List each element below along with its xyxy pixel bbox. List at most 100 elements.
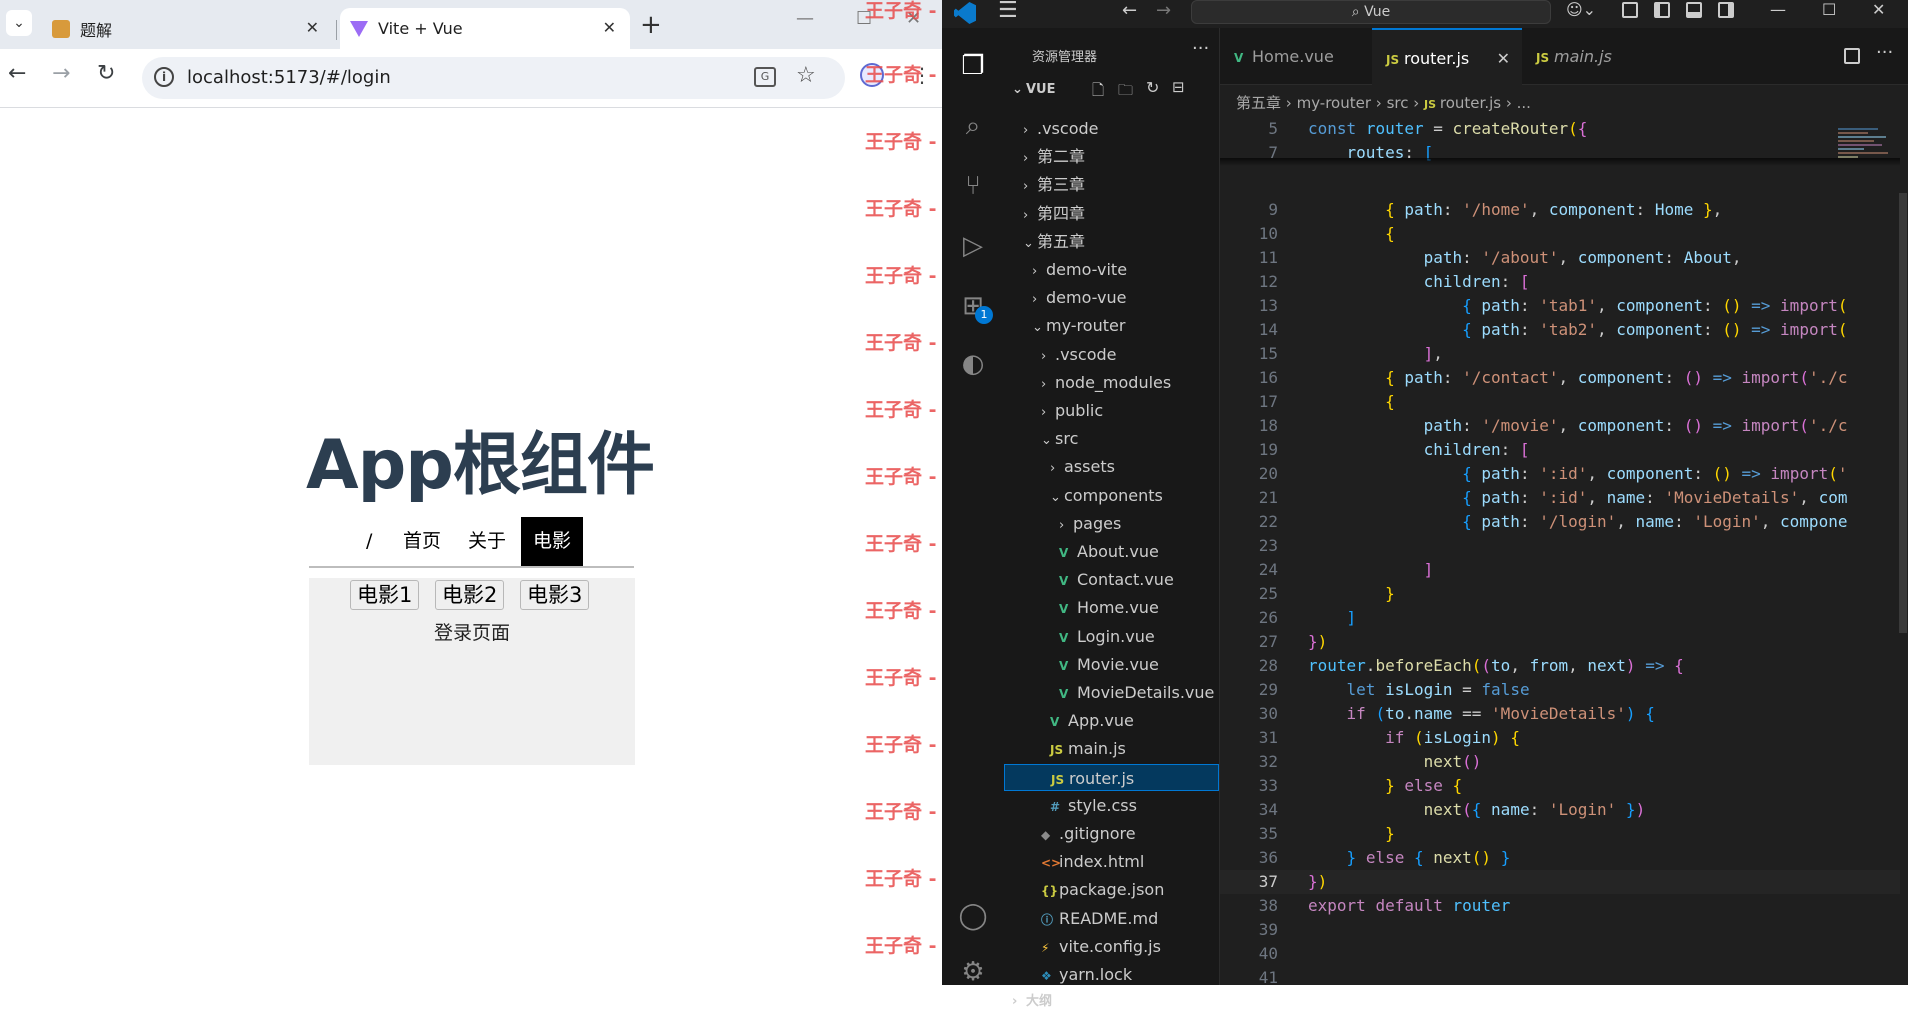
tree-folder[interactable]: › demo-vite (1004, 256, 1219, 283)
tree-item-label: package.json (1059, 880, 1165, 900)
minimize-icon[interactable]: — (1770, 0, 1786, 19)
chevron-right-icon: › (1012, 994, 1018, 1009)
new-file-icon[interactable]: 🗋 (1092, 80, 1104, 105)
activity-bar: ❐ ⌕ ⑂ ▷ ⊞ 1 ◐ ◯ ⚙ (942, 28, 1004, 987)
reload-icon[interactable]: ↻ (97, 61, 115, 86)
new-tab-button[interactable]: + (640, 10, 662, 40)
tree-file[interactable]: V Movie.vue (1004, 651, 1219, 678)
extensions-badge: 1 (975, 306, 993, 324)
account-icon[interactable]: ◯ (955, 898, 991, 934)
tree-file[interactable]: V About.vue (1004, 538, 1219, 565)
tree-folder[interactable]: › pages (1004, 510, 1219, 537)
copilot-icon[interactable]: ☺⌄ (1566, 0, 1596, 19)
toggle-primary-sidebar-icon[interactable] (1654, 2, 1670, 18)
refresh-icon[interactable]: ↻ (1146, 78, 1159, 97)
tree-item-label: my-router (1046, 316, 1126, 336)
tree-folder[interactable]: › assets (1004, 453, 1219, 480)
tab-search-button[interactable]: ⌄ (6, 10, 32, 36)
url-text[interactable]: localhost:5173/#/login (187, 67, 391, 88)
tree-item-label: 第五章 (1037, 231, 1086, 251)
command-center[interactable]: ⌕ Vue (1191, 0, 1551, 24)
tree-folder[interactable]: ⌄ 第五章 (1004, 228, 1219, 255)
tree-file[interactable]: {}package.json (1004, 876, 1219, 903)
tree-folder[interactable]: › .vscode (1004, 115, 1219, 142)
tree-folder[interactable]: › 第三章 (1004, 171, 1219, 198)
tree-file[interactable]: <>index.html (1004, 848, 1219, 875)
menu-icon[interactable]: ☰ (998, 0, 1018, 23)
maximize-icon[interactable]: ☐ (1822, 0, 1836, 19)
nav-link-root[interactable]: / (366, 517, 372, 566)
outline-section[interactable]: › 大纲 (1012, 990, 1052, 1009)
nav-link-home[interactable]: 首页 (403, 517, 441, 566)
tree-file[interactable]: # style.css (1004, 792, 1219, 819)
browser-tab-tijie[interactable]: 题解 ✕ (40, 8, 333, 49)
tree-file[interactable]: V Contact.vue (1004, 566, 1219, 593)
more-actions-icon[interactable]: ··· (1192, 38, 1209, 59)
tree-item-label: .vscode (1037, 119, 1099, 138)
tree-file[interactable]: ⓘ README.md (1004, 905, 1219, 932)
forward-arrow-icon[interactable]: → (52, 61, 70, 86)
close-tab-icon[interactable]: ✕ (306, 18, 319, 37)
tree-file[interactable]: JS router.js (1004, 763, 1219, 791)
tree-item-label: .gitignore (1059, 824, 1136, 843)
bookmark-star-icon[interactable]: ☆ (796, 63, 816, 88)
nav-forward-icon[interactable]: → (1156, 0, 1171, 21)
source-control-icon[interactable]: ⑂ (955, 168, 991, 204)
tree-file[interactable]: V App.vue (1004, 707, 1219, 734)
tree-file[interactable]: JS main.js (1004, 735, 1219, 762)
layout-customize-icon[interactable] (1622, 2, 1638, 18)
tree-file[interactable]: V MovieDetails.vue (1004, 679, 1219, 706)
minimize-icon[interactable]: — (796, 8, 814, 29)
chevron-down-icon: ⌄ (1041, 433, 1052, 449)
movie-1-button[interactable]: 电影1 (350, 580, 420, 610)
tree-folder[interactable]: › 第二章 (1004, 143, 1219, 170)
back-arrow-icon[interactable]: ← (8, 61, 26, 86)
explorer-icon[interactable]: ❐ (955, 48, 991, 84)
movie-2-button[interactable]: 电影2 (435, 580, 505, 610)
url-bar[interactable]: i localhost:5173/#/login G ☆ (142, 57, 845, 99)
nav-back-icon[interactable]: ← (1122, 0, 1137, 21)
tree-file[interactable]: ❖ yarn.lock (1004, 961, 1219, 988)
workspace-root[interactable]: ⌄ VUE (1012, 82, 1056, 97)
site-info-icon[interactable]: i (154, 67, 174, 87)
search-icon[interactable]: ⌕ (955, 108, 991, 144)
tree-item-label: node_modules (1055, 372, 1172, 392)
tab-title: Vite + Vue (378, 19, 463, 38)
outline-label: 大纲 (1026, 994, 1053, 1009)
collapse-all-icon[interactable]: ⊟ (1172, 78, 1185, 96)
tree-folder[interactable]: › demo-vue (1004, 284, 1219, 311)
code-editor[interactable]: 5 const router = createRouter({ 7 routes:… (1220, 28, 1900, 985)
editor-scrollbar[interactable] (1899, 193, 1907, 633)
edge-devtools-icon[interactable]: ◐ (955, 346, 991, 382)
tree-item-label: src (1055, 429, 1079, 449)
vue-file-icon: V (1059, 546, 1069, 560)
translate-icon[interactable]: G (754, 67, 776, 87)
close-tab-icon[interactable]: ✕ (603, 18, 616, 37)
toggle-panel-icon[interactable] (1686, 2, 1702, 18)
tree-folder[interactable]: › public (1004, 397, 1219, 424)
tree-folder[interactable]: › node_modules (1004, 369, 1219, 396)
tree-folder[interactable]: ⌄ components (1004, 482, 1219, 509)
tree-file[interactable]: ◆ .gitignore (1004, 820, 1219, 847)
new-folder-icon[interactable]: 🗀 (1118, 80, 1133, 105)
nav-link-about[interactable]: 关于 (468, 517, 506, 566)
minimap[interactable] (1838, 128, 1894, 218)
movie-3-button[interactable]: 电影3 (520, 580, 590, 610)
vscode-window: ☰ ← → ⌕ Vue ☺⌄ — ☐ ✕ ❐ ⌕ ⑂ ▷ ⊞ 1 ◐ ◯ ⚙ 资… (942, 0, 1908, 1009)
close-window-icon[interactable]: ✕ (1872, 0, 1885, 19)
tree-file[interactable]: V Home.vue (1004, 594, 1219, 621)
vue-file-icon: V (1059, 630, 1069, 645)
tree-file[interactable]: V Login.vue (1004, 623, 1219, 650)
tree-folder[interactable]: ⌄ src (1004, 425, 1219, 452)
explorer-sidebar: 资源管理器 ··· ⌄ VUE 🗋 🗀 ↻ ⊟ › .vscode › 第二章 › 第三章 ›… (1004, 28, 1220, 1009)
tree-item-label: 第四章 (1037, 203, 1086, 223)
tree-file[interactable]: ⚡ vite.config.js (1004, 933, 1219, 960)
tree-folder[interactable]: › .vscode (1004, 341, 1219, 368)
nav-link-movie[interactable]: 电影 (521, 517, 584, 566)
browser-tab-vite-vue[interactable]: Vite + Vue ✕ (340, 8, 630, 49)
run-debug-icon[interactable]: ▷ (955, 228, 991, 264)
tree-folder[interactable]: ⌄ my-router (1004, 312, 1219, 339)
tree-folder[interactable]: › 第四章 (1004, 200, 1219, 227)
toggle-secondary-sidebar-icon[interactable] (1718, 2, 1734, 18)
chevron-right-icon: › (1023, 123, 1029, 138)
